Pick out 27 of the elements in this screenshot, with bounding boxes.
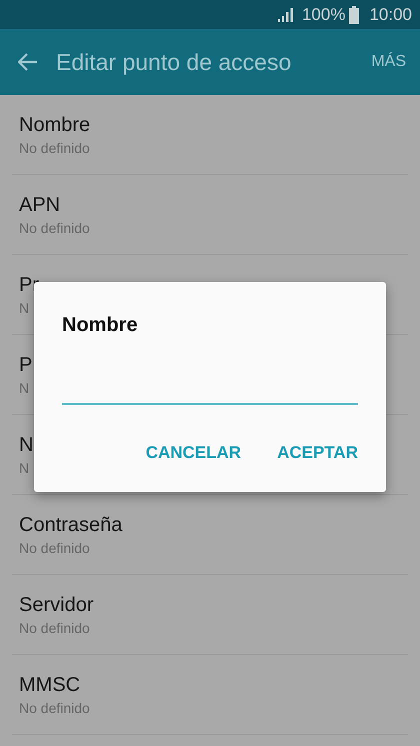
setting-value: No definido xyxy=(19,700,90,716)
screen-title: Editar punto de acceso xyxy=(56,48,292,76)
setting-row[interactable]: APN No definido xyxy=(12,175,408,255)
setting-row[interactable]: Nombre No definido xyxy=(12,95,408,175)
setting-row[interactable]: Servidor No definido xyxy=(12,575,408,655)
setting-title: Contraseña xyxy=(19,514,122,536)
setting-row[interactable]: Contraseña No definido xyxy=(12,495,408,575)
setting-title: MMSC xyxy=(19,674,80,696)
setting-row[interactable]: MMSC No definido xyxy=(12,655,408,735)
clock-time: 10:00 xyxy=(369,4,412,24)
dialog-title: Nombre xyxy=(62,314,138,337)
setting-title: Servidor xyxy=(19,594,94,616)
battery-icon xyxy=(349,6,360,24)
setting-title: Nombre xyxy=(19,114,90,136)
setting-value: No definido xyxy=(19,220,90,236)
setting-value: N xyxy=(19,300,30,316)
setting-value: No definido xyxy=(19,620,90,636)
signal-icon xyxy=(278,8,294,22)
setting-value: No definido xyxy=(19,540,90,556)
setting-value: No definido xyxy=(19,140,90,156)
setting-title: APN xyxy=(19,194,60,216)
battery-percent: 100% xyxy=(302,4,346,24)
setting-title: N xyxy=(19,434,34,456)
setting-title: P xyxy=(19,354,32,376)
setting-value: N xyxy=(19,460,30,476)
setting-value: N xyxy=(19,380,30,396)
back-arrow-icon[interactable] xyxy=(18,53,38,71)
